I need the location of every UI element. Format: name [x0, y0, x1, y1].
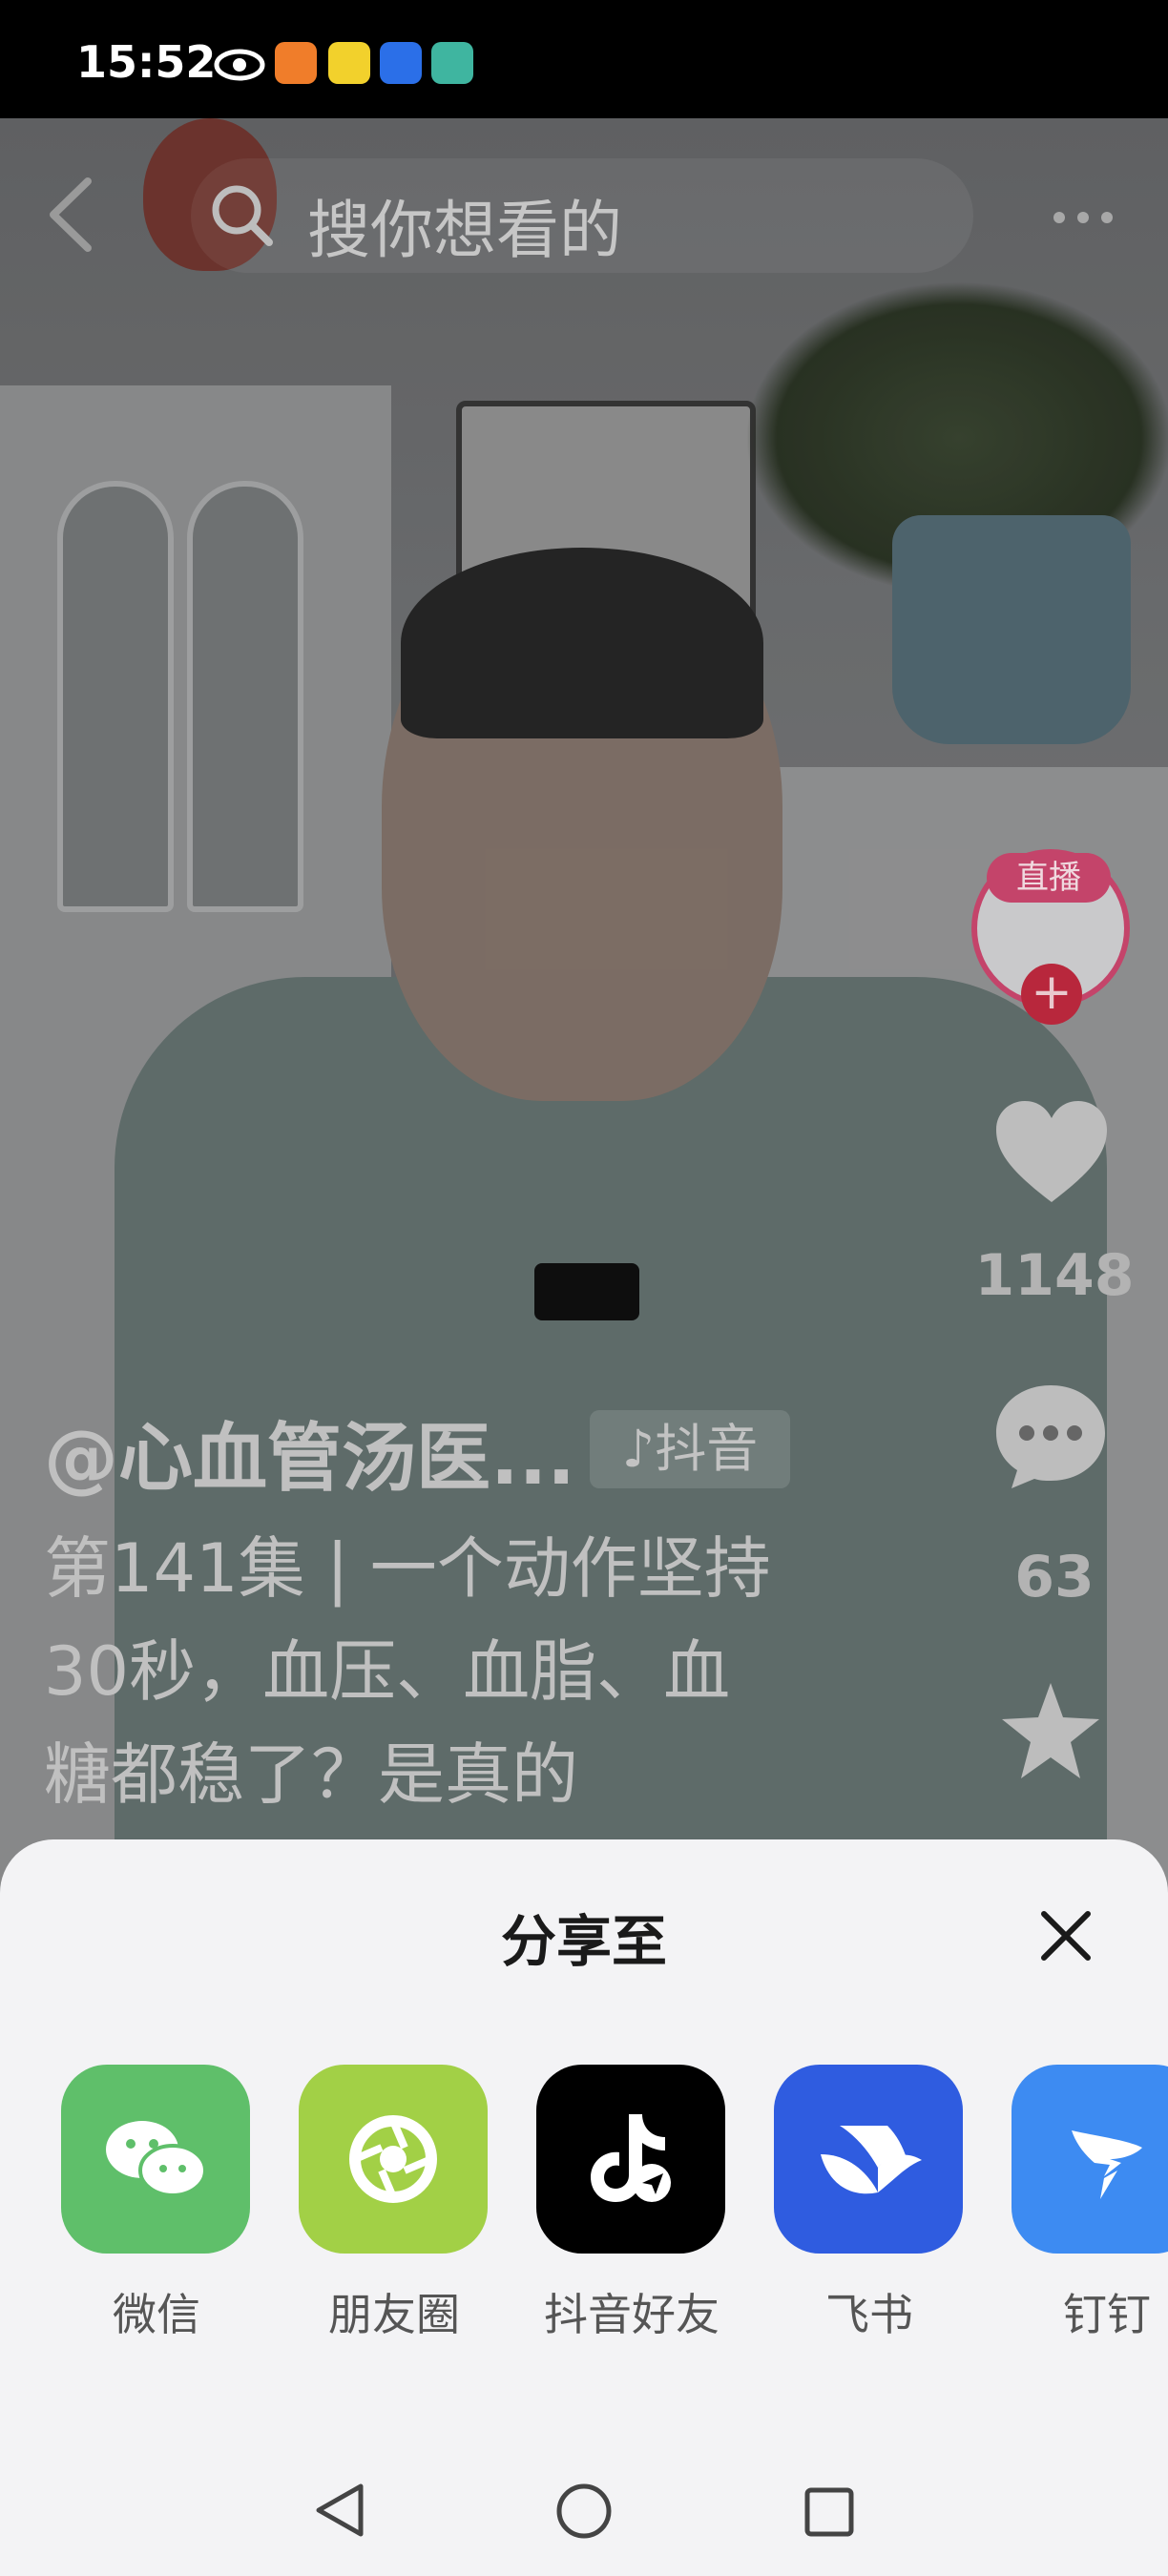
- app-notification-icon: [275, 42, 317, 84]
- wechat-icon: [61, 2065, 250, 2254]
- share-label: 飞书: [825, 2289, 913, 2340]
- author-name[interactable]: @心血管汤医...: [44, 1399, 575, 1506]
- like-count: 1148: [974, 1242, 1135, 1309]
- share-target-moments[interactable]: 朋友圈: [299, 2065, 490, 2343]
- follow-button[interactable]: +: [1021, 964, 1082, 1025]
- feishu-icon: [774, 2065, 963, 2254]
- app-notification-icon: [380, 42, 422, 84]
- nav-home-icon[interactable]: [553, 2481, 615, 2542]
- nav-recents-icon[interactable]: [802, 2484, 857, 2540]
- live-badge: 直播: [987, 853, 1111, 903]
- share-target-feishu[interactable]: 飞书: [774, 2065, 965, 2343]
- douyin-tag[interactable]: ♪抖音: [590, 1410, 790, 1488]
- status-time: 15:52: [76, 36, 217, 88]
- share-label: 抖音好友: [544, 2289, 720, 2340]
- share-label: 微信: [113, 2289, 200, 2340]
- moments-icon: [299, 2065, 488, 2254]
- back-icon[interactable]: [38, 172, 105, 258]
- app-notification-icon: [328, 42, 370, 84]
- comment-icon[interactable]: [991, 1380, 1111, 1494]
- favorite-icon[interactable]: [998, 1679, 1103, 1784]
- share-target-dingtalk[interactable]: 钉钉: [1012, 2065, 1168, 2343]
- share-sheet: 分享至 微信 朋友圈 抖音好友 飞书 钉钉: [0, 1839, 1168, 2576]
- more-icon[interactable]: [1050, 208, 1116, 227]
- status-bar: 15:52: [0, 0, 1168, 118]
- video-caption[interactable]: 第141集 | 一个动作坚持30秒，血压、血脂、血糖都稳了？是真的: [44, 1517, 788, 1826]
- close-icon[interactable]: [1038, 1908, 1094, 1963]
- share-title: 分享至: [500, 1909, 667, 1974]
- douyin-icon: [536, 2065, 725, 2254]
- dingtalk-icon: [1012, 2065, 1168, 2254]
- nav-back-icon[interactable]: [311, 2481, 368, 2540]
- app-notification-icon: [431, 42, 473, 84]
- search-icon: [212, 185, 273, 246]
- share-label: 朋友圈: [328, 2289, 460, 2340]
- comment-count: 63: [1014, 1544, 1095, 1610]
- eye-icon: [214, 49, 265, 81]
- search-placeholder[interactable]: 搜你想看的: [307, 179, 622, 271]
- share-label: 钉钉: [1063, 2289, 1151, 2340]
- share-target-douyin-friends[interactable]: 抖音好友: [536, 2065, 727, 2343]
- share-target-wechat[interactable]: 微信: [61, 2065, 252, 2343]
- like-icon[interactable]: [992, 1097, 1111, 1208]
